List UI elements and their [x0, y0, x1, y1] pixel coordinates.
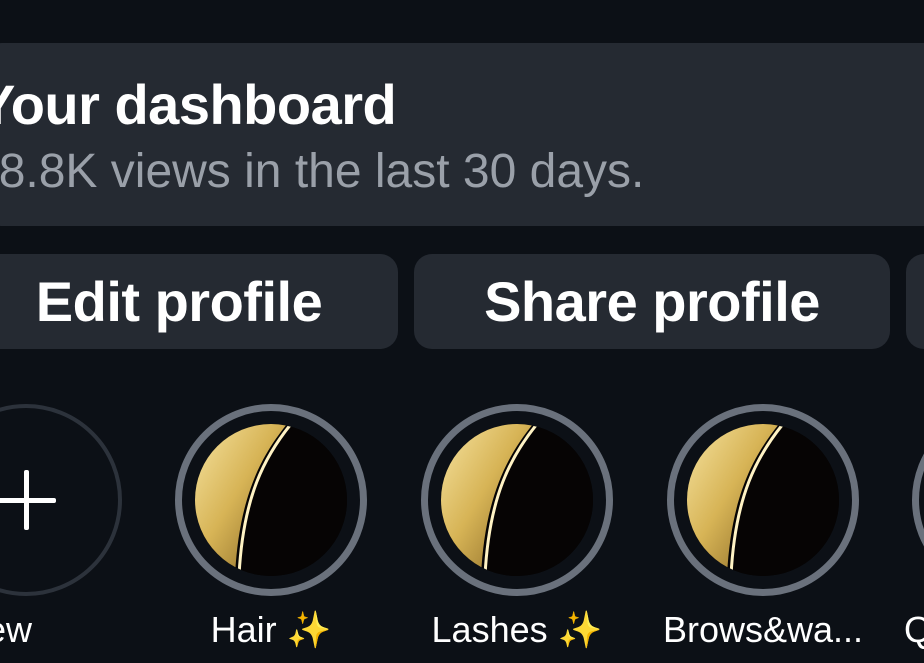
highlight-ring [912, 404, 924, 596]
gold-swoosh-icon [687, 424, 839, 576]
new-highlight-button[interactable] [0, 404, 122, 596]
gold-swoosh-icon [441, 424, 593, 576]
plus-icon [0, 470, 56, 530]
share-profile-button[interactable]: Share profile [414, 254, 890, 349]
dashboard-title: Your dashboard [0, 73, 397, 136]
gold-swoosh-icon [195, 424, 347, 576]
dashboard-subtitle: 18.8K views in the last 30 days. [0, 145, 645, 198]
more-actions-button[interactable] [906, 254, 924, 349]
highlight-brows[interactable] [667, 404, 859, 596]
highlight-label-lashes: Lashes ✨ [431, 609, 603, 650]
highlight-label-new: New [0, 609, 33, 650]
highlight-label-partial: Q [904, 609, 924, 650]
profile-screen: Your dashboard 18.8K views in the last 3… [0, 0, 924, 663]
edit-profile-button[interactable]: Edit profile [0, 254, 398, 349]
highlight-label-brows: Brows&wa... [662, 609, 864, 650]
highlight-hair[interactable] [175, 404, 367, 596]
highlight-lashes[interactable] [421, 404, 613, 596]
highlight-label-hair: Hair ✨ [210, 609, 332, 650]
highlight-partial[interactable] [912, 404, 924, 596]
